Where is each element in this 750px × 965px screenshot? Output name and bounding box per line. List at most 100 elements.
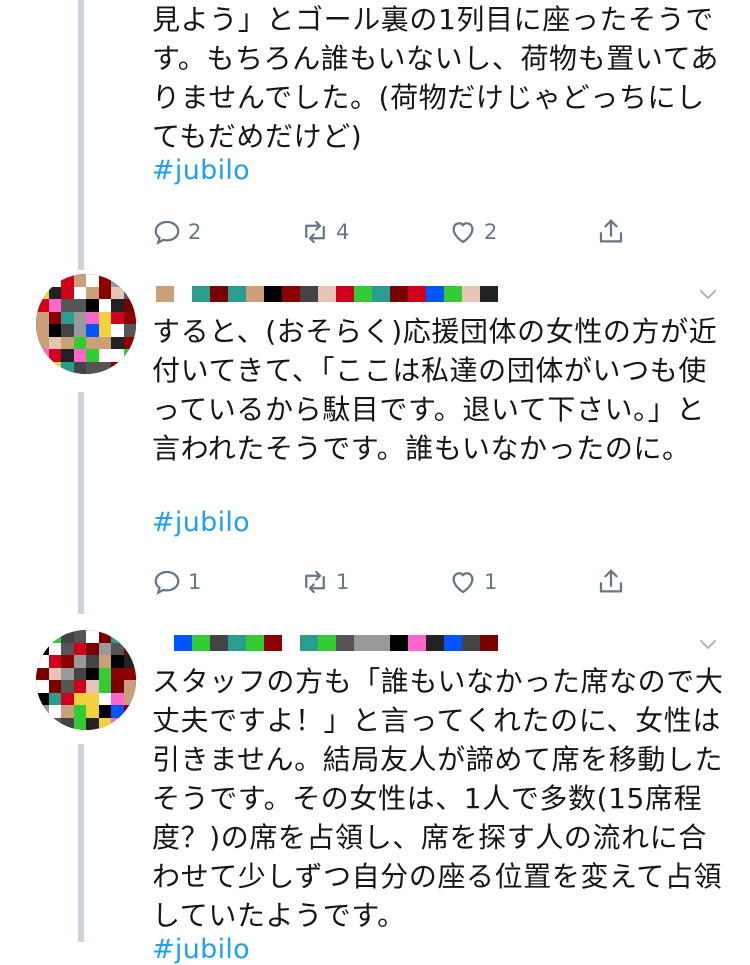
mosaic-cell <box>36 274 49 287</box>
mosaic-cell <box>48 680 61 693</box>
mosaic-cell <box>123 286 136 299</box>
mosaic-cell <box>61 642 74 655</box>
name-pixel <box>426 635 444 651</box>
chevron-down-icon[interactable] <box>696 632 720 656</box>
mosaic-cell <box>73 705 86 718</box>
mosaic-cell <box>111 642 124 655</box>
mosaic-cell <box>73 311 86 324</box>
name-pixel <box>228 286 246 302</box>
mosaic-cell <box>111 692 124 705</box>
mosaic-cell <box>36 680 49 693</box>
mosaic-cell <box>86 299 99 312</box>
mosaic-cell <box>86 286 99 299</box>
mosaic-cell <box>61 667 74 680</box>
share-button[interactable] <box>596 217 636 247</box>
mosaic-cell <box>111 630 124 643</box>
mosaic-cell <box>73 274 86 287</box>
like-button[interactable]: 1 <box>448 567 596 597</box>
mosaic-cell <box>86 361 99 374</box>
mosaic-cell <box>98 299 111 312</box>
heart-icon <box>452 572 474 594</box>
mosaic-cell <box>36 349 49 362</box>
mosaic-cell <box>48 324 61 337</box>
name-pixel <box>228 635 246 651</box>
tweet-text: スタッフの方も「誰もいなかった席なので大丈夫ですよ！」と言ってくれたのに、女性は… <box>152 665 724 932</box>
avatar[interactable] <box>36 274 136 374</box>
name-pixel <box>246 635 264 651</box>
mosaic-cell <box>123 324 136 337</box>
user-name-redacted[interactable] <box>156 628 516 658</box>
tweet-3[interactable]: スタッフの方も「誰もいなかった席なので大丈夫ですよ！」と言ってくれたのに、女性は… <box>0 612 750 965</box>
mosaic-cell <box>73 630 86 643</box>
mosaic-cell <box>48 642 61 655</box>
reply-button[interactable]: 1 <box>152 567 300 597</box>
chevron-down-icon[interactable] <box>696 282 720 306</box>
mosaic-cell <box>111 311 124 324</box>
reply-button[interactable]: 2 <box>152 217 300 247</box>
mosaic-cell <box>98 680 111 693</box>
mosaic-cell <box>61 705 74 718</box>
mosaic-cell <box>86 717 99 730</box>
mosaic-cell <box>73 717 86 730</box>
tweet-2[interactable]: すると、(おそらく)応援団体の女性の方が近付いてきて、「ここは私達の団体がいつも… <box>0 262 750 612</box>
mosaic-cell <box>48 705 61 718</box>
mosaic-cell <box>123 655 136 668</box>
mosaic-cell <box>36 361 49 374</box>
mosaic-cell <box>111 667 124 680</box>
mosaic-cell <box>36 692 49 705</box>
heart-icon <box>452 222 474 244</box>
name-pixel <box>264 286 282 302</box>
mosaic-cell <box>48 349 61 362</box>
share-button[interactable] <box>596 567 636 597</box>
mosaic-cell <box>86 324 99 337</box>
retweet-icon <box>305 570 325 594</box>
mosaic-cell <box>111 324 124 337</box>
mosaic-cell <box>48 336 61 349</box>
mosaic-cell <box>73 349 86 362</box>
mosaic-cell <box>36 642 49 655</box>
mosaic-cell <box>61 274 74 287</box>
retweet-button[interactable]: 4 <box>300 217 448 247</box>
mosaic-cell <box>98 361 111 374</box>
avatar[interactable] <box>36 630 136 730</box>
mosaic-cell <box>48 286 61 299</box>
mosaic-cell <box>111 655 124 668</box>
reply-icon <box>154 220 180 245</box>
mosaic-cell <box>73 361 86 374</box>
hashtag-link[interactable]: #jubilo <box>152 155 250 186</box>
name-pixel <box>426 286 444 302</box>
name-pixel <box>210 635 228 651</box>
mosaic-cell <box>73 336 86 349</box>
user-name-redacted[interactable] <box>156 279 516 309</box>
name-pixel <box>480 286 498 302</box>
like-button[interactable]: 2 <box>448 217 596 247</box>
name-pixel <box>462 286 480 302</box>
name-pixel <box>390 286 408 302</box>
mosaic-cell <box>86 667 99 680</box>
mosaic-cell <box>123 336 136 349</box>
mosaic-cell <box>98 630 111 643</box>
reply-count: 2 <box>188 220 202 244</box>
mosaic-cell <box>123 349 136 362</box>
mosaic-cell <box>123 274 136 287</box>
name-pixel <box>318 635 336 651</box>
mosaic-cell <box>48 717 61 730</box>
name-pixel <box>336 635 354 651</box>
mosaic-cell <box>61 692 74 705</box>
tweet-actions: 1 1 1 <box>152 564 642 600</box>
hashtag-link[interactable]: #jubilo <box>152 934 250 965</box>
hashtag-link[interactable]: #jubilo <box>152 507 250 538</box>
tweet-text: すると、(おそらく)応援団体の女性の方が近付いてきて、「ここは私達の団体がいつも… <box>152 315 718 465</box>
mosaic-cell <box>86 692 99 705</box>
mosaic-cell <box>123 680 136 693</box>
mosaic-cell <box>98 274 111 287</box>
name-pixel <box>408 286 426 302</box>
mosaic-cell <box>36 286 49 299</box>
mosaic-cell <box>61 324 74 337</box>
retweet-button[interactable]: 1 <box>300 567 448 597</box>
mosaic-cell <box>73 324 86 337</box>
name-pixel <box>246 286 264 302</box>
name-pixel <box>192 635 210 651</box>
share-icon <box>599 219 623 243</box>
tweet-1[interactable]: 見よう」とゴール裏の1列目に座ったそうです。もちろん誰もいないし、荷物も置いてあ… <box>0 0 750 262</box>
